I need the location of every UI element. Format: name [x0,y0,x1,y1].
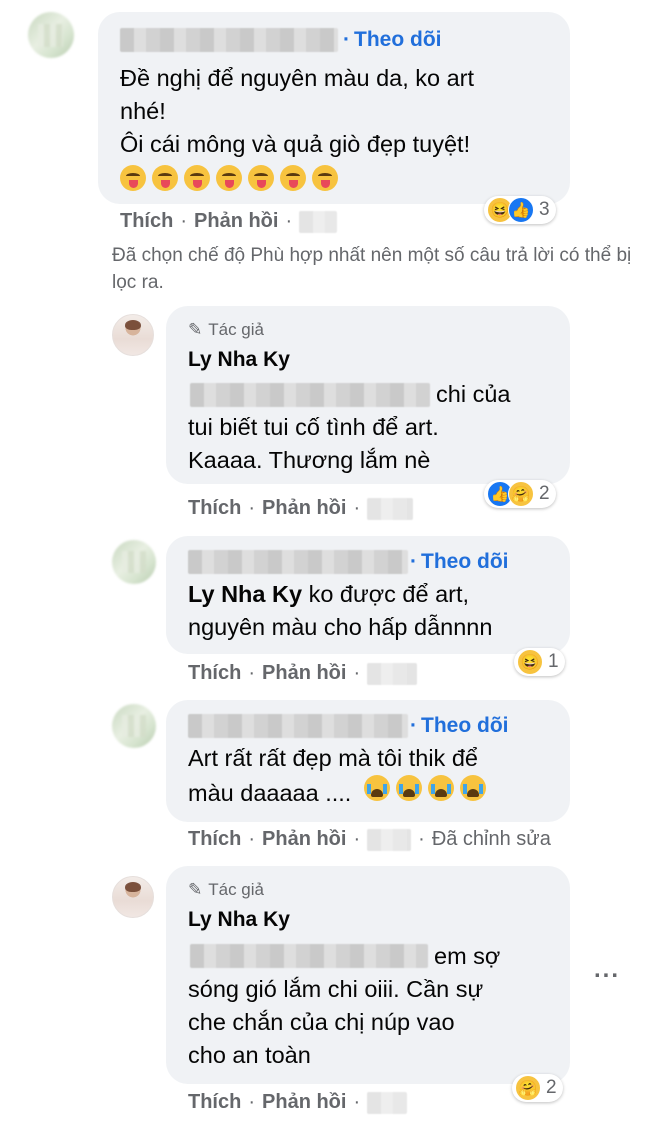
comment-text: em sợ sóng gió lắm chi oiii. Cần sự che … [188,943,501,1068]
author-badge: ✎ Tác giả [188,880,264,899]
mention-link[interactable]: Ly Nha Ky [188,581,302,607]
comment-text: Art rất rất đẹp mà tôi thik để màu daaaa… [188,742,486,810]
reaction-summary[interactable]: 🤗 2 [512,1074,563,1102]
reaction-summary[interactable]: 😆 1 [514,648,565,676]
reply-button[interactable]: Phản hồi [262,828,346,851]
comment-text: chi của tui biết tui cố tình để art. Kaa… [188,381,511,473]
reply-button[interactable]: Phản hồi [262,1091,346,1114]
blurred-timestamp[interactable] [367,828,412,851]
care-icon: 🤗 [515,1075,541,1101]
comment-actions: Thích · Phản hồi · [188,662,418,685]
microphone-icon: ✎ [188,320,203,339]
comment-text: Ly Nha Ky ko được để art, nguyên màu cho… [188,581,493,640]
crying-emoji [363,775,390,801]
more-options-icon[interactable]: ... [594,956,620,984]
like-button[interactable]: Thích [120,210,173,233]
edited-label[interactable]: Đã chỉnh sửa [432,828,551,851]
comment-actions: Thích · Phản hồi · [188,497,414,520]
tongue-out-emoji [312,165,338,191]
comment-actions: Thích · Phản hồi · · Đã chỉnh sửa [188,828,551,851]
crying-emoji [459,775,486,801]
blurred-commenter-name[interactable] [188,714,408,738]
commenter-name[interactable]: Ly Nha Ky [188,348,290,372]
crying-emoji [427,775,454,801]
follow-link[interactable]: · Theo dõi [343,28,442,52]
blurred-timestamp[interactable] [299,210,338,233]
follow-link[interactable]: · Theo dõi [410,714,509,738]
reply-button[interactable]: Phản hồi [194,210,278,233]
commenter-avatar[interactable] [28,12,74,58]
tongue-out-emoji [248,165,274,191]
commenter-name[interactable]: Ly Nha Ky [188,908,290,932]
crying-emoji [395,775,422,801]
tongue-out-emoji [152,165,178,191]
blurred-commenter-name[interactable] [188,550,408,574]
tongue-out-emoji [280,165,306,191]
author-avatar[interactable] [112,314,154,356]
author-badge: ✎ Tác giả [188,320,264,339]
reaction-summary[interactable]: 😆 👍 3 [484,196,556,224]
tongue-out-emoji [184,165,210,191]
reply-button[interactable]: Phản hồi [262,497,346,520]
crying-emoji-row [363,775,486,801]
care-icon: 🤗 [508,481,534,507]
haha-icon: 😆 [517,649,543,675]
microphone-icon: ✎ [188,880,203,899]
comment-actions: Thích · Phản hồi · [188,1091,408,1114]
tongue-out-emoji [216,165,242,191]
author-avatar[interactable] [112,876,154,918]
filter-notice: Đã chọn chế độ Phù hợp nhất nên một số c… [112,245,632,293]
like-icon: 👍 [508,197,534,223]
follow-link[interactable]: · Theo dõi [410,550,509,574]
blurred-commenter-name[interactable] [120,28,338,52]
like-button[interactable]: Thích [188,662,241,685]
like-button[interactable]: Thích [188,497,241,520]
comment-text: Đề nghị để nguyên màu da, ko art nhé! Ôi… [120,62,474,200]
tongue-out-emoji [120,165,146,191]
commenter-avatar[interactable] [112,704,156,748]
reaction-summary[interactable]: 👍 🤗 2 [484,480,556,508]
commenter-avatar[interactable] [112,540,156,584]
like-button[interactable]: Thích [188,828,241,851]
tongue-out-emoji-row [120,165,338,191]
blurred-timestamp[interactable] [367,1091,408,1114]
blurred-timestamp[interactable] [367,662,418,685]
blurred-timestamp[interactable] [367,497,414,520]
like-button[interactable]: Thích [188,1091,241,1114]
reply-button[interactable]: Phản hồi [262,662,346,685]
comment-actions: Thích · Phản hồi · [120,210,338,233]
